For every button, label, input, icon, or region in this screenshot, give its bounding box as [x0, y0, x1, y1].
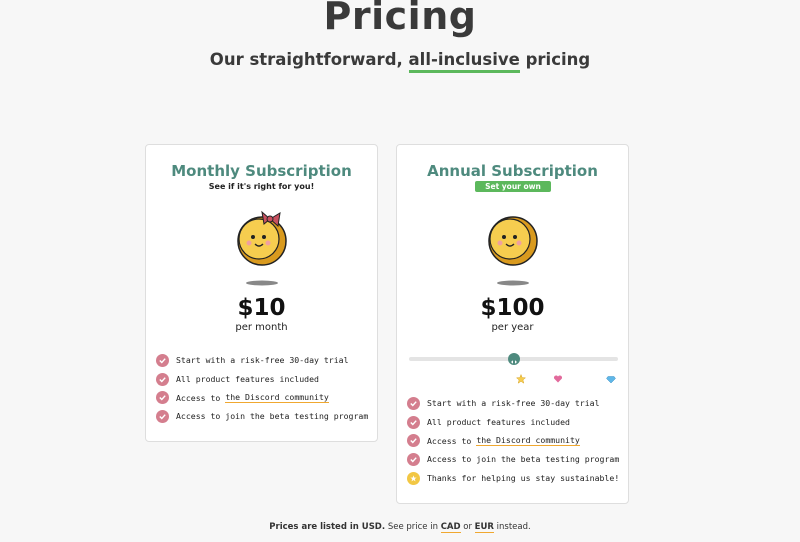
check-icon — [156, 409, 169, 423]
plan-period: per month — [235, 322, 288, 333]
star-badge-icon — [407, 471, 420, 485]
feature-item: Access to the Discord community — [156, 388, 368, 407]
coin-with-bow-icon — [237, 210, 287, 286]
feature-text: All product features included — [427, 417, 570, 428]
feature-item: All product features included — [156, 370, 368, 389]
check-icon — [407, 452, 420, 466]
feature-text: Start with a risk-free 30-day trial — [176, 355, 349, 366]
coin-icon — [488, 216, 538, 286]
star-icon — [516, 374, 526, 384]
feature-text: Start with a risk-free 30-day trial — [427, 398, 600, 409]
currency-note: Prices are listed in USD. See price in C… — [0, 522, 800, 533]
feature-item: Access to join the beta testing program — [407, 450, 619, 469]
subtitle-highlight: all-inclusive — [408, 50, 520, 73]
currency-note-prefix: Prices are listed in USD. — [269, 522, 386, 532]
subtitle-text-before: Our straightforward, — [209, 50, 403, 69]
cad-link[interactable]: CAD — [440, 522, 461, 533]
feature-text: Access to — [427, 435, 472, 446]
plan-title: Monthly Subscription — [171, 162, 352, 180]
check-icon — [156, 353, 169, 367]
check-icon — [407, 415, 420, 429]
feature-text: All product features included — [176, 374, 319, 385]
check-icon — [156, 391, 169, 405]
check-icon — [156, 372, 169, 386]
feature-text: Access to join the beta testing program — [176, 411, 369, 422]
plan-period: per year — [491, 322, 534, 333]
feature-text: Access to join the beta testing program — [427, 454, 620, 465]
check-icon — [407, 396, 420, 410]
plan-subtitle: See if it's right for you! — [208, 182, 315, 191]
feature-text: Thanks for helping us stay sustainable! — [427, 473, 620, 484]
discord-community-link[interactable]: the Discord community — [225, 392, 329, 404]
heart-icon — [553, 375, 563, 383]
check-icon — [407, 434, 420, 448]
plan-price: $100 — [480, 295, 545, 321]
feature-item: Access to join the beta testing program — [156, 407, 368, 426]
diamond-icon — [606, 376, 616, 384]
plan-badge: Set your own price! — [475, 181, 551, 202]
feature-item: Start with a risk-free 30-day trial — [156, 351, 368, 370]
feature-list: Start with a risk-free 30-day trial All … — [407, 394, 619, 487]
annual-plan-card[interactable]: Annual Subscription Set your own price! … — [396, 144, 629, 504]
feature-list: Start with a risk-free 30-day trial All … — [156, 351, 368, 426]
eur-link[interactable]: EUR — [474, 522, 494, 533]
currency-note-suffix: instead. — [496, 522, 531, 532]
price-slider-thumb[interactable] — [507, 353, 520, 365]
currency-note-or: or — [463, 522, 472, 532]
plan-title: Annual Subscription — [427, 162, 598, 180]
monthly-plan-card[interactable]: Monthly Subscription See if it's right f… — [145, 144, 378, 442]
page-title: Pricing — [323, 0, 477, 38]
feature-item: Start with a risk-free 30-day trial — [407, 394, 619, 413]
currency-note-middle: See price in — [387, 522, 438, 532]
feature-item: Access to the Discord community — [407, 431, 619, 450]
subtitle-text-after: pricing — [525, 50, 591, 69]
feature-item: All product features included — [407, 413, 619, 432]
feature-text: Access to — [176, 392, 221, 403]
discord-community-link[interactable]: the Discord community — [476, 435, 580, 447]
plan-price: $10 — [237, 295, 286, 321]
page-subtitle: Our straightforward, all-inclusive prici… — [0, 50, 800, 73]
feature-item: Thanks for helping us stay sustainable! — [407, 469, 619, 488]
